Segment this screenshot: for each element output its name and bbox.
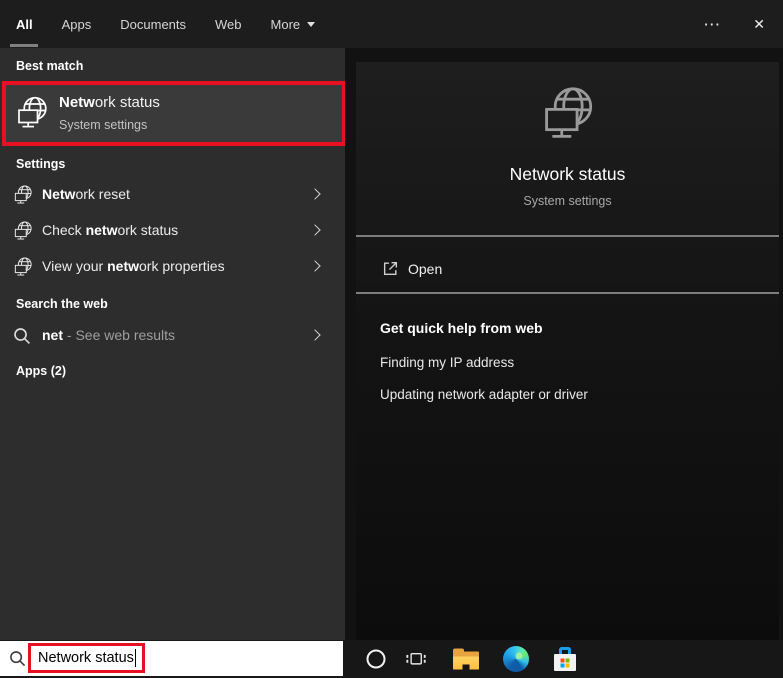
topbar-actions: ⋯ ✕ (699, 0, 769, 48)
search-input[interactable]: Network status (28, 643, 146, 673)
tab-more[interactable]: More (271, 0, 316, 48)
network-globe-monitor-icon (15, 96, 49, 130)
open-external-icon (382, 260, 399, 277)
ellipsis-icon[interactable]: ⋯ (699, 16, 725, 33)
windows-search-flyout: All Apps Documents Web More ⋯ ✕ Best mat… (0, 0, 783, 678)
search-input-value: Network status (38, 650, 134, 666)
search-icon (13, 327, 31, 345)
preview-card: Network status System settings Open Get … (356, 62, 779, 640)
taskbar (343, 640, 783, 678)
result-check-network-status[interactable]: Check network status (0, 213, 345, 249)
tab-web[interactable]: Web (215, 0, 242, 48)
open-label: Open (408, 261, 443, 277)
task-view-icon[interactable] (403, 646, 429, 672)
result-network-reset[interactable]: Network reset (0, 177, 345, 213)
open-action[interactable]: Open (356, 248, 779, 290)
best-match-title: Network status (59, 94, 160, 111)
tab-all[interactable]: All (16, 0, 33, 48)
chevron-right-icon[interactable] (309, 329, 321, 341)
close-icon[interactable]: ✕ (749, 16, 769, 33)
divider (356, 292, 779, 294)
help-link-network-adapter[interactable]: Updating network adapter or driver (380, 387, 588, 402)
preview-title: Network status (509, 164, 626, 184)
chevron-right-icon[interactable] (309, 260, 321, 272)
tab-apps[interactable]: Apps (62, 0, 92, 48)
apps-header: Apps (2) (16, 364, 66, 378)
taskbar-search-box[interactable]: Network status (0, 641, 343, 676)
file-explorer-icon[interactable] (453, 648, 479, 670)
network-globe-monitor-icon (13, 221, 33, 241)
cortana-circle-icon[interactable] (366, 649, 386, 669)
preview-panel: Network status System settings Open Get … (345, 48, 783, 640)
search-web-header: Search the web (16, 297, 108, 311)
best-match-header: Best match (16, 59, 84, 73)
chevron-right-icon[interactable] (309, 224, 321, 236)
network-globe-monitor-icon (540, 86, 596, 142)
result-web-net[interactable]: net - See web results (0, 318, 345, 354)
microsoft-logo (560, 658, 570, 667)
search-filter-bar: All Apps Documents Web More ⋯ ✕ (0, 0, 783, 48)
edge-browser-icon[interactable] (503, 646, 529, 672)
search-results-panel: Best match .mfill{fill:var(--mfill,#2d2d… (0, 48, 346, 640)
network-globe-monitor-icon (13, 257, 33, 277)
quick-help-header: Get quick help from web (380, 320, 543, 336)
filter-tabs: All Apps Documents Web More (16, 0, 316, 48)
text-cursor (134, 649, 137, 667)
result-view-network-properties[interactable]: View your network properties (0, 249, 345, 285)
chevron-right-icon[interactable] (309, 188, 321, 200)
search-icon (9, 650, 26, 667)
tab-documents[interactable]: Documents (120, 0, 186, 48)
best-match-result-network-status[interactable]: .mfill{fill:var(--mfill,#2d2d2d);} Netwo… (2, 81, 346, 146)
more-caret-icon (307, 21, 316, 27)
network-globe-monitor-icon (13, 185, 33, 205)
microsoft-store-icon[interactable] (553, 647, 577, 671)
divider (356, 235, 779, 237)
help-link-ip-address[interactable]: Finding my IP address (380, 355, 514, 370)
settings-header: Settings (16, 157, 66, 171)
best-match-subtitle: System settings (59, 118, 148, 132)
preview-subtitle: System settings (523, 194, 612, 208)
